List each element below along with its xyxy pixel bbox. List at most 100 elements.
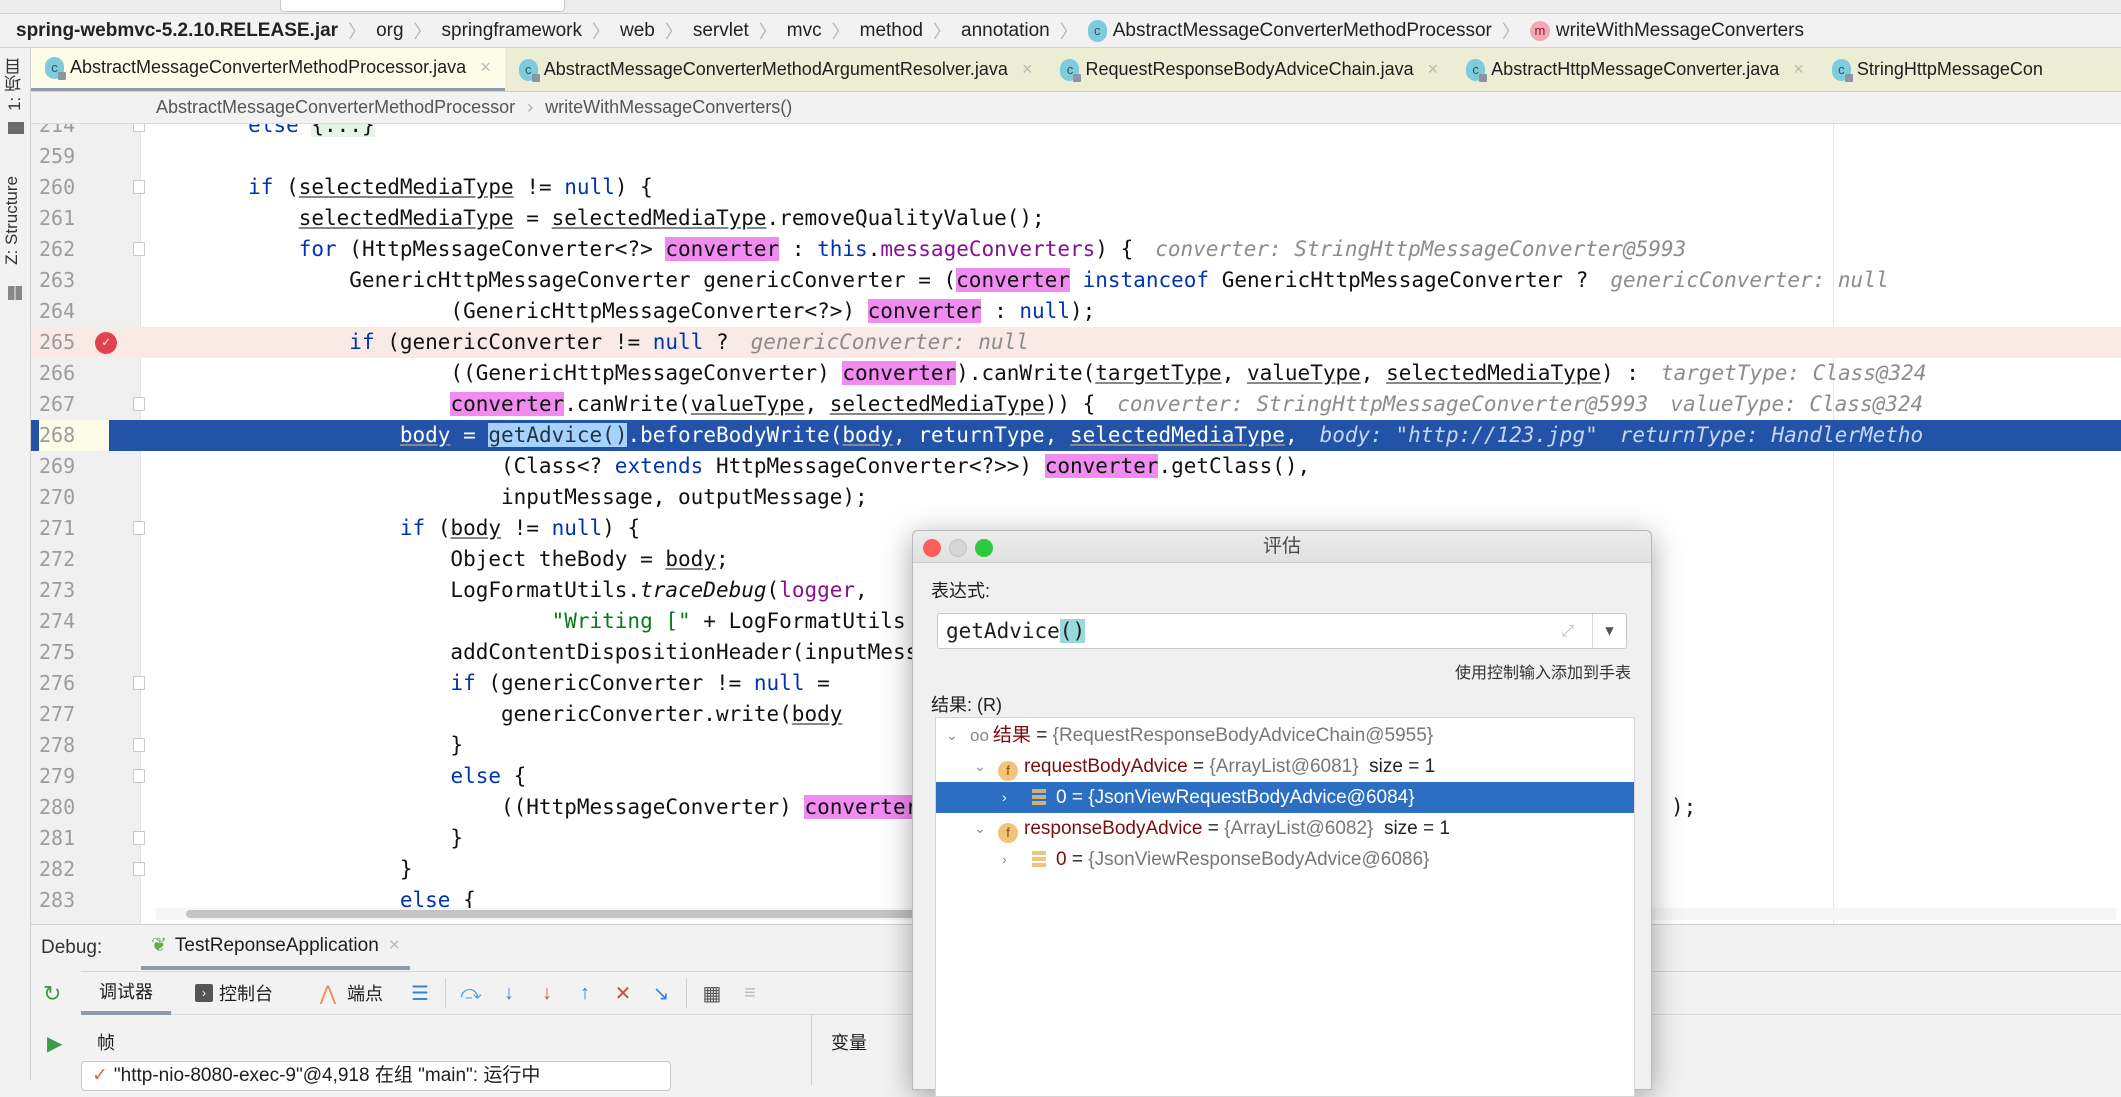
tree-node-selected[interactable]: › 0 = {JsonViewRequestBodyAdvice@6084} <box>936 782 1634 813</box>
nav-crumb-servlet[interactable]: servlet <box>693 20 749 42</box>
resume-icon[interactable]: ▶ <box>47 1031 62 1056</box>
field-icon: f <box>998 761 1018 781</box>
nav-crumb-mvc[interactable]: mvc <box>787 20 822 42</box>
field-icon: f <box>998 823 1018 843</box>
trace-icon[interactable]: ≡ <box>737 980 763 1006</box>
close-icon[interactable]: × <box>1022 59 1033 80</box>
list-item-icon <box>1032 789 1046 805</box>
code-line: 266 ((GenericHttpMessageConverter) conve… <box>39 361 1927 385</box>
watch-icon: oo <box>970 726 989 745</box>
expression-input[interactable]: getAdvice() ⤢ ▼ <box>937 613 1627 649</box>
nav-crumb-org[interactable]: org <box>376 20 403 42</box>
minimize-window-button[interactable] <box>949 539 967 557</box>
fold-collapse-icon[interactable] <box>133 180 145 194</box>
fold-collapse-icon[interactable] <box>133 397 145 411</box>
nav-crumb-class[interactable]: c AbstractMessageConverterMethodProcessor <box>1087 19 1492 42</box>
code-line: 269 (Class<? extends HttpMessageConverte… <box>39 454 1311 478</box>
spring-boot-icon: ❦ <box>151 935 167 956</box>
structure-tool-tab[interactable]: Z: Structure <box>2 176 22 265</box>
fold-end-icon[interactable] <box>133 831 145 845</box>
step-over-icon[interactable]: ⤼ <box>458 980 484 1006</box>
nav-crumb-annotation[interactable]: annotation <box>961 20 1050 42</box>
breakpoint-icon[interactable]: ✓ <box>95 332 117 354</box>
step-out-icon[interactable]: ↑ <box>572 980 598 1006</box>
dialog-titlebar[interactable]: 评估 <box>913 531 1651 563</box>
method-icon: m <box>1529 20 1550 41</box>
tab-label: StringHttpMessageCon <box>1856 59 2043 79</box>
tree-node[interactable]: ⌄ f responseBodyAdvice = {ArrayList@6082}… <box>936 813 1634 844</box>
run-to-cursor-icon[interactable]: ↘ <box>648 980 674 1006</box>
folder-icon <box>8 122 24 134</box>
inline-debug-value: genericConverter: null <box>750 330 1029 354</box>
close-window-button[interactable] <box>923 539 941 557</box>
threads-list-icon[interactable]: ☰ <box>407 980 433 1006</box>
evaluate-expression-icon[interactable]: ▦ <box>699 980 725 1006</box>
chevron-down-icon[interactable]: ⌄ <box>946 720 958 751</box>
code-line: 262 for (HttpMessageConverter<?> convert… <box>39 237 1687 261</box>
chevron-right-icon[interactable]: › <box>1002 782 1007 813</box>
chevron-down-icon[interactable]: ⌄ <box>974 751 986 782</box>
close-icon[interactable]: × <box>1428 59 1439 80</box>
debug-side-actions: ↻ ▶ <box>31 971 81 1081</box>
fold-collapse-icon[interactable] <box>133 769 145 783</box>
step-into-icon[interactable]: ↓ <box>496 980 522 1006</box>
code-line: 261 selectedMediaType = selectedMediaTyp… <box>39 206 1045 230</box>
force-step-into-icon[interactable]: ↓ <box>534 980 560 1006</box>
tab-string-http-message-converter[interactable]: c StringHttpMessageCon <box>1818 48 2057 91</box>
chevron-right-icon: 〉 <box>933 21 951 42</box>
close-icon[interactable]: × <box>1793 59 1804 80</box>
debug-session-tab[interactable]: ❦ TestReponseApplication × <box>141 925 410 970</box>
tab-label: AbstractHttpMessageConverter.java <box>1491 59 1780 79</box>
fold-collapse-icon[interactable] <box>133 676 145 690</box>
thread-selector[interactable]: ✓ "http-nio-8080-exec-9"@4,918 在组 "main":… <box>81 1061 671 1091</box>
class-icon: c <box>1087 19 1107 42</box>
history-dropdown-icon[interactable]: ▼ <box>1592 614 1626 648</box>
nav-crumb-class-label: AbstractMessageConverterMethodProcessor <box>1112 19 1492 41</box>
fold-collapse-icon[interactable] <box>133 521 145 535</box>
debug-label: Debug: <box>41 937 103 958</box>
structure-icon <box>8 286 22 300</box>
tree-node[interactable]: ⌄ f requestBodyAdvice = {ArrayList@6081} … <box>936 751 1634 782</box>
tab-request-response-body-advice-chain[interactable]: c RequestResponseBodyAdviceChain.java × <box>1046 48 1452 91</box>
result-tree[interactable]: ⌄ oo 结果 = {RequestResponseBodyAdviceChain… <box>935 717 1635 1097</box>
fold-expand-icon[interactable] <box>133 124 145 132</box>
zoom-window-button[interactable] <box>975 539 993 557</box>
close-icon[interactable]: × <box>389 935 400 957</box>
nav-crumb-method-name[interactable]: m writeWithMessageConverters <box>1529 20 1804 42</box>
project-tool-tab[interactable]: 1: 项目 <box>2 58 27 111</box>
editor-breadcrumb-method[interactable]: writeWithMessageConverters() <box>545 97 792 118</box>
tab-console[interactable]: › 控制台 <box>171 971 291 1015</box>
nav-crumb-web[interactable]: web <box>620 20 655 42</box>
run-config-selector[interactable] <box>280 0 565 12</box>
expand-icon[interactable]: ⤢ <box>1561 614 1574 648</box>
fold-collapse-icon[interactable] <box>133 242 145 256</box>
editor-breadcrumb-class[interactable]: AbstractMessageConverterMethodProcessor <box>156 97 515 118</box>
nav-crumb-jar[interactable]: spring-webmvc-5.2.10.RELEASE.jar <box>16 20 338 42</box>
add-to-watches-hint[interactable]: 使用控制输入添加到手表 <box>1455 659 1631 683</box>
rerun-icon[interactable]: ↻ <box>43 981 61 1007</box>
drop-frame-icon[interactable]: ✕ <box>610 980 636 1006</box>
tree-node[interactable]: ⌄ oo 结果 = {RequestResponseBodyAdviceChain… <box>936 720 1634 751</box>
nav-crumb-springframework[interactable]: springframework <box>442 20 582 42</box>
tab-debugger[interactable]: 调试器 <box>81 971 171 1015</box>
fold-end-icon[interactable] <box>133 862 145 876</box>
tab-label: RequestResponseBodyAdviceChain.java <box>1085 59 1414 79</box>
inline-debug-value: genericConverter: null <box>1610 268 1889 292</box>
close-icon[interactable]: × <box>480 57 491 78</box>
code-line: 260 if (selectedMediaType != null) { <box>39 175 653 199</box>
fold-end-icon[interactable] <box>133 738 145 752</box>
code-line-breakpoint: 265 ✓ if (genericConverter != null ? gener… <box>31 327 2121 358</box>
editor-breadcrumb: AbstractMessageConverterMethodProcessor … <box>31 92 2121 124</box>
chevron-down-icon[interactable]: ⌄ <box>974 813 986 844</box>
tab-abstract-message-converter-method-argument-resolver[interactable]: c AbstractMessageConverterMethodArgumentR… <box>505 48 1047 91</box>
chevron-right-icon[interactable]: › <box>1002 844 1007 875</box>
chevron-right-icon: › <box>527 97 534 117</box>
navigation-bar: spring-webmvc-5.2.10.RELEASE.jar 〉 org 〉 s… <box>0 14 2121 48</box>
tree-node[interactable]: › 0 = {JsonViewResponseBodyAdvice@6086} <box>936 844 1634 875</box>
nav-crumb-method[interactable]: method <box>860 20 923 42</box>
expression-label: 表达式: <box>931 581 991 601</box>
chevron-right-icon: 〉 <box>1501 21 1520 42</box>
tab-abstract-message-converter-method-processor[interactable]: c AbstractMessageConverterMethodProcessor… <box>31 48 505 91</box>
tab-abstract-http-message-converter[interactable]: c AbstractHttpMessageConverter.java × <box>1452 48 1818 91</box>
tab-endpoints[interactable]: ⋀ 端点 <box>291 971 401 1015</box>
